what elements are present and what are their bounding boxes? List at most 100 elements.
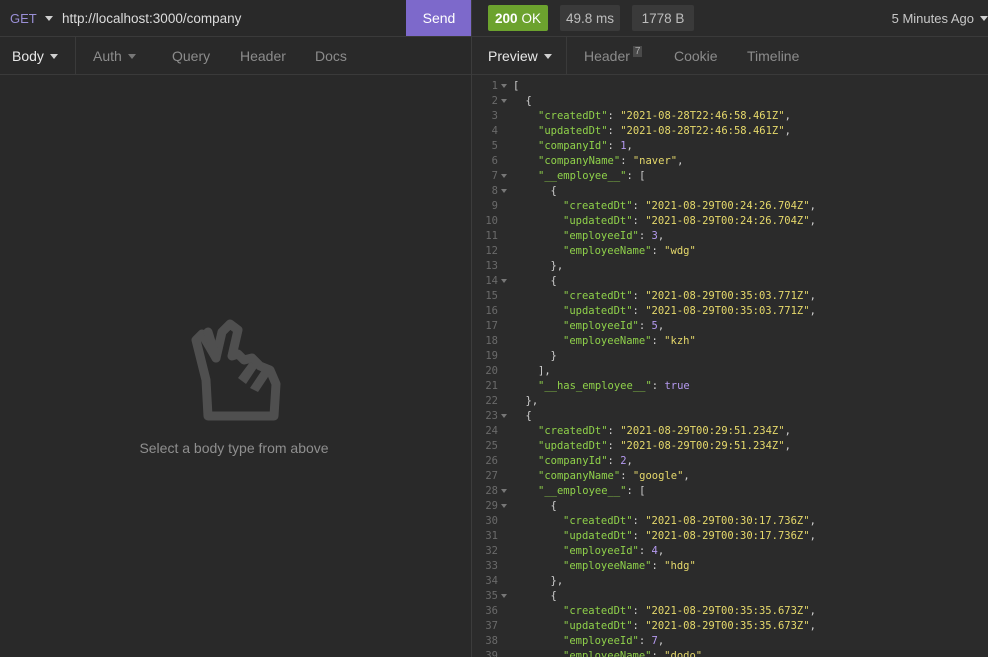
- fold-arrow-icon[interactable]: [501, 414, 507, 418]
- json-punctuation: :: [632, 215, 646, 227]
- code-line: 35 {: [472, 589, 988, 604]
- json-key: "employeeName": [563, 335, 652, 347]
- code-text: "employeeId": 7,: [563, 634, 664, 649]
- send-button[interactable]: Send: [406, 0, 472, 36]
- json-punctuation: },: [550, 260, 564, 272]
- request-tabs: Body Auth Query Header Docs: [0, 36, 472, 75]
- fold-arrow-icon[interactable]: [501, 174, 507, 178]
- tab-auth[interactable]: Auth: [93, 37, 136, 75]
- code-line: 32 "employeeId": 4,: [472, 544, 988, 559]
- code-line: 23 {: [472, 409, 988, 424]
- tab-docs-label: Docs: [315, 48, 347, 64]
- json-key: "employeeId": [563, 545, 639, 557]
- json-punctuation: :: [607, 125, 621, 137]
- code-line: 4 "updatedDt": "2021-08-28T22:46:58.461Z"…: [472, 124, 988, 139]
- json-key: "companyName": [538, 155, 621, 167]
- code-line: 30 "createdDt": "2021-08-29T00:30:17.736Z…: [472, 514, 988, 529]
- json-punctuation: ,: [657, 230, 665, 242]
- response-json-viewer[interactable]: 1[2{3 "createdDt": "2021-08-28T22:46:58.4…: [472, 79, 988, 657]
- tab-header[interactable]: Header: [240, 37, 286, 75]
- json-punctuation: :: [607, 425, 621, 437]
- history-dropdown[interactable]: 5 Minutes Ago: [892, 0, 988, 36]
- code-line: 37 "updatedDt": "2021-08-29T00:35:35.673Z…: [472, 619, 988, 634]
- json-key: "createdDt": [563, 515, 633, 527]
- code-text: }: [551, 349, 557, 364]
- tab-query[interactable]: Query: [172, 37, 210, 75]
- json-punctuation: :: [632, 515, 646, 527]
- line-number: 30: [485, 515, 498, 527]
- tab-docs[interactable]: Docs: [315, 37, 347, 75]
- code-line: 27 "companyName": "google",: [472, 469, 988, 484]
- response-status-bar: 200 OK 49.8 ms 1778 B 5 Minutes Ago: [472, 0, 988, 36]
- json-punctuation: },: [550, 575, 564, 587]
- code-text: "updatedDt": "2021-08-29T00:35:35.673Z",: [563, 619, 816, 634]
- line-number: 34: [485, 575, 498, 587]
- method-dropdown[interactable]: GET: [10, 0, 53, 36]
- code-text: "companyId": 2,: [538, 454, 633, 469]
- json-punctuation: :: [620, 470, 633, 482]
- code-text: "createdDt": "2021-08-29T00:30:17.736Z",: [563, 514, 816, 529]
- code-text: "updatedDt": "2021-08-29T00:30:17.736Z",: [563, 529, 816, 544]
- json-punctuation: :: [632, 530, 646, 542]
- json-string: "2021-08-29T00:35:03.771Z": [645, 290, 810, 302]
- json-string: "hdg": [664, 560, 696, 572]
- json-key: "createdDt": [538, 425, 608, 437]
- chevron-down-icon: [543, 53, 552, 59]
- json-key: "employeeId": [563, 635, 639, 647]
- line-number: 35: [485, 590, 498, 602]
- line-number: 29: [485, 500, 498, 512]
- line-number: 16: [485, 305, 498, 317]
- code-line: 25 "updatedDt": "2021-08-29T00:29:51.234Z…: [472, 439, 988, 454]
- code-text: ],: [538, 364, 551, 379]
- code-text: "updatedDt": "2021-08-29T00:29:51.234Z",: [538, 439, 791, 454]
- json-punctuation: :: [638, 320, 652, 332]
- json-string: "wdg": [664, 245, 696, 257]
- line-number: 20: [485, 365, 498, 377]
- code-line: 21 "__has_employee__": true: [472, 379, 988, 394]
- code-text: "__employee__": [: [538, 484, 645, 499]
- json-string: "2021-08-29T00:35:35.673Z": [645, 620, 810, 632]
- json-punctuation: {: [550, 500, 557, 512]
- code-text: "employeeId": 5,: [563, 319, 664, 334]
- json-punctuation: :: [607, 110, 621, 122]
- fold-arrow-icon[interactable]: [501, 489, 507, 493]
- tab-timeline[interactable]: Timeline: [747, 37, 799, 75]
- code-text: "createdDt": "2021-08-28T22:46:58.461Z",: [538, 109, 791, 124]
- code-text: "createdDt": "2021-08-29T00:35:03.771Z",: [563, 289, 816, 304]
- json-key: "companyId": [538, 140, 608, 152]
- code-line: 12 "employeeName": "wdg": [472, 244, 988, 259]
- line-number: 22: [485, 395, 498, 407]
- response-tabs: Preview Header 7 Cookie Timeline: [472, 36, 988, 75]
- code-line: 11 "employeeId": 3,: [472, 229, 988, 244]
- fold-arrow-icon[interactable]: [501, 594, 507, 598]
- fold-arrow-icon[interactable]: [501, 504, 507, 508]
- chevron-down-icon: [127, 53, 136, 59]
- fold-arrow-icon[interactable]: [501, 189, 507, 193]
- json-string: "2021-08-28T22:46:58.461Z": [620, 125, 785, 137]
- line-number: 25: [485, 440, 498, 452]
- line-number: 6: [491, 155, 498, 167]
- url-input[interactable]: [62, 0, 402, 36]
- json-key: "employeeName": [563, 650, 652, 657]
- json-key: "__employee__": [538, 170, 627, 182]
- json-string: "google": [632, 470, 684, 482]
- code-text: "companyName": "naver",: [538, 154, 683, 169]
- json-string: "2021-08-29T00:24:26.704Z": [645, 215, 810, 227]
- json-punctuation: {: [550, 590, 557, 602]
- json-key: "createdDt": [563, 200, 633, 212]
- tab-body[interactable]: Body: [0, 37, 76, 75]
- json-key: "updatedDt": [538, 440, 608, 452]
- json-boolean: true: [664, 380, 690, 392]
- tab-preview[interactable]: Preview: [472, 37, 567, 75]
- tab-response-header[interactable]: Header 7: [584, 37, 643, 75]
- json-punctuation: :: [607, 140, 621, 152]
- line-number: 8: [491, 185, 498, 197]
- fold-arrow-icon[interactable]: [501, 279, 507, 283]
- tab-cookie[interactable]: Cookie: [674, 37, 718, 75]
- line-number: 4: [491, 125, 498, 137]
- line-number: 13: [485, 260, 498, 272]
- fold-arrow-icon[interactable]: [501, 84, 507, 88]
- fold-arrow-icon[interactable]: [501, 99, 507, 103]
- json-punctuation: [: [513, 80, 520, 92]
- code-text: "createdDt": "2021-08-29T00:35:35.673Z",: [563, 604, 816, 619]
